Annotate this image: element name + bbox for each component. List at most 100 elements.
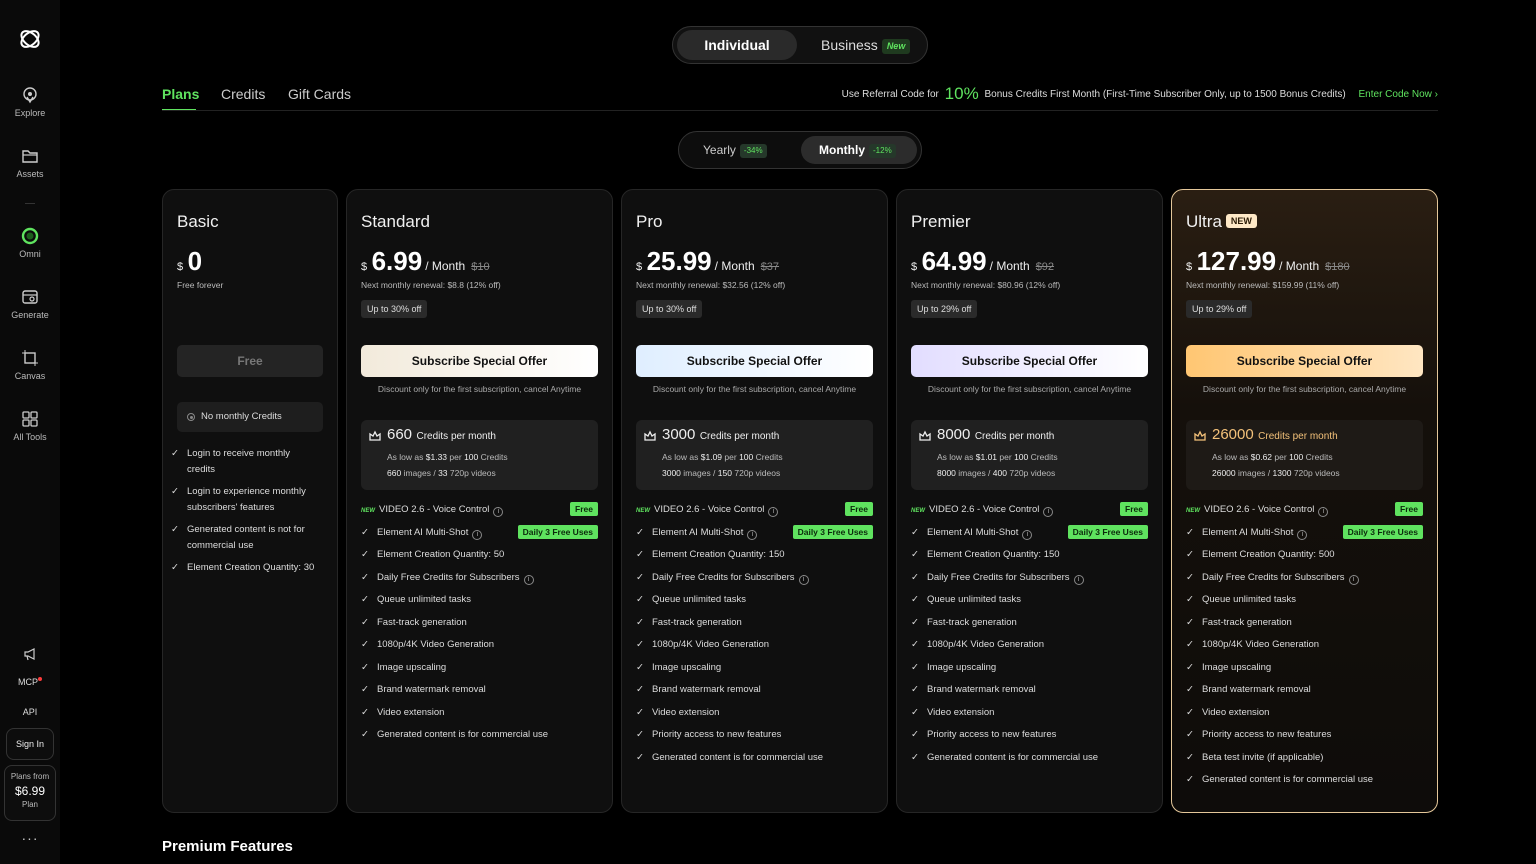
as-low-as: As low as [937, 452, 974, 462]
check-icon: ✓ [911, 616, 919, 628]
credits-per-month: 26000 Credits per month [1212, 426, 1338, 444]
info-icon[interactable]: i [1318, 507, 1329, 517]
feature-text: Element AI Multi-Shot [1202, 526, 1294, 538]
feature-text: Fast-track generation [927, 616, 1017, 628]
enter-code-link[interactable]: Enter Code Now › [1359, 89, 1439, 100]
feature-item: ✓ Image upscaling [911, 661, 996, 675]
sidebar-item-explore[interactable]: Explore [0, 86, 60, 118]
yearly-discount-badge: -34% [739, 143, 767, 158]
info-icon[interactable]: i [1073, 574, 1084, 585]
credits-label: Credits per month [974, 431, 1055, 442]
info-icon[interactable]: i [747, 529, 758, 540]
feature-text: Daily Free Credits for Subscribers [377, 571, 520, 583]
credits-box: 26000 Credits per month As low as $0.62 p… [1186, 420, 1423, 490]
referral-percent: 10% [944, 84, 979, 103]
tab-individual[interactable]: Individual [677, 30, 797, 60]
sidebar-item-omni[interactable]: Omni [0, 227, 60, 259]
check-icon: ✓ [1186, 594, 1194, 605]
subscribe-button[interactable]: Subscribe Special Offer [1186, 345, 1423, 377]
rate-qty: 100 [1289, 452, 1304, 462]
info-icon[interactable]: i [493, 507, 504, 517]
api-label: API [22, 707, 38, 717]
check-icon: ✓ [636, 526, 644, 538]
subscribe-button[interactable]: Subscribe Special Offer [636, 345, 873, 377]
feature-item: ✓ Element Creation Quantity: 500 [1186, 548, 1335, 562]
feature-item: ✓ Priority access to new features [911, 728, 1056, 742]
info-icon[interactable]: i [1297, 529, 1308, 540]
feature-item: ✓ Daily Free Credits for Subscribers i [911, 571, 1084, 585]
tab-credits[interactable]: Credits [221, 86, 265, 102]
billing-monthly[interactable]: Monthly -12% [801, 136, 917, 164]
mcp-label: MCP [18, 677, 38, 687]
feature-text: Priority access to new features [652, 729, 782, 740]
feature-text: Element Creation Quantity: 500 [1202, 549, 1335, 560]
discount-tag: Up to 30% off [361, 300, 428, 318]
feature-text: 1080p/4K Video Generation [1202, 639, 1320, 650]
check-icon: ✓ [171, 448, 179, 459]
sidebar-item-all-tools[interactable]: All Tools [0, 410, 60, 442]
tab-gift-cards[interactable]: Gift Cards [288, 86, 351, 102]
feature-text: Beta test invite (if applicable) [1202, 751, 1324, 763]
crown-icon [644, 430, 656, 441]
rate-unit: Credits [1030, 452, 1058, 462]
new-tag: NEW [636, 508, 650, 514]
feature-text: Image upscaling [1202, 661, 1272, 673]
plans-from-button[interactable]: Plans from $6.99 Plan [4, 765, 56, 821]
info-icon[interactable]: i [1043, 507, 1054, 517]
app-logo-icon[interactable] [17, 26, 43, 52]
subscribe-button[interactable]: Subscribe Special Offer [911, 345, 1148, 377]
sign-in-button[interactable]: Sign In [6, 728, 54, 760]
feature-text: Priority access to new features [927, 729, 1057, 740]
info-icon[interactable]: i [798, 574, 809, 585]
new-tag: NEW [361, 508, 375, 514]
folder-icon [22, 150, 38, 163]
new-tag: NEW [911, 508, 925, 514]
feature-item: ✓ Brand watermark removal [361, 683, 486, 697]
sidebar-item-canvas[interactable]: Canvas [0, 349, 60, 381]
api-link[interactable]: API [0, 707, 60, 717]
images-label: images / [1238, 468, 1271, 478]
crown-icon [1194, 430, 1206, 441]
info-icon[interactable]: i [768, 507, 779, 517]
videos-label: 720p videos [449, 468, 496, 478]
feature-badge: Daily 3 Free Uses [792, 524, 873, 539]
mcp-link[interactable]: MCP [0, 677, 60, 687]
info-icon[interactable]: i [472, 529, 483, 540]
feature-item: NEW VIDEO 2.6 - Voice Control i [361, 503, 504, 517]
feature-text: Daily Free Credits for Subscribers [1202, 571, 1345, 583]
more-icon[interactable]: ··· [0, 830, 60, 846]
plans-from-price: $6.99 [14, 784, 46, 798]
tab-business[interactable]: Business New [821, 30, 911, 60]
feature-item: ✓ Brand watermark removal [636, 683, 761, 697]
credits-per-month: 3000 Credits per month [662, 426, 779, 444]
feature-item: ✓ 1080p/4K Video Generation [911, 638, 1044, 652]
subscribe-button[interactable]: Subscribe Special Offer [361, 345, 598, 377]
feature-text: Daily Free Credits for Subscribers [927, 571, 1070, 583]
currency: $ [177, 261, 184, 273]
sidebar-item-label: Explore [14, 108, 46, 118]
plan-card-premier: Premier $ 64.99/ Month $92 Next monthly ren… [896, 189, 1163, 813]
billing-yearly[interactable]: Yearly -34% [703, 132, 767, 168]
feature-item: ✓ Element AI Multi-Shot i [636, 526, 758, 540]
check-icon: ✓ [1186, 706, 1194, 718]
plan-price: $ 25.99/ Month $37 [636, 246, 779, 277]
sidebar-item-generate[interactable]: Generate [0, 288, 60, 320]
check-icon: ✓ [1186, 549, 1194, 560]
check-icon: ✓ [911, 684, 919, 695]
currency: $ [1186, 261, 1193, 273]
info-icon[interactable]: i [523, 574, 534, 585]
announcement-button[interactable] [0, 647, 60, 663]
tab-plans[interactable]: Plans [162, 86, 199, 102]
check-icon: ✓ [361, 729, 369, 740]
feature-text: 1080p/4K Video Generation [652, 639, 770, 650]
free-button[interactable]: Free [177, 345, 323, 377]
feature-item: ✓ Image upscaling [636, 661, 721, 675]
yearly-label: Yearly [703, 143, 736, 157]
feature-text: Fast-track generation [652, 616, 742, 628]
info-icon[interactable]: i [1022, 529, 1033, 540]
video-count: 1300 [1272, 468, 1292, 478]
info-icon[interactable]: i [1348, 574, 1359, 585]
plan-name: Basic [177, 212, 219, 231]
sidebar-item-assets[interactable]: Assets [0, 147, 60, 179]
check-icon: ✓ [636, 706, 644, 718]
